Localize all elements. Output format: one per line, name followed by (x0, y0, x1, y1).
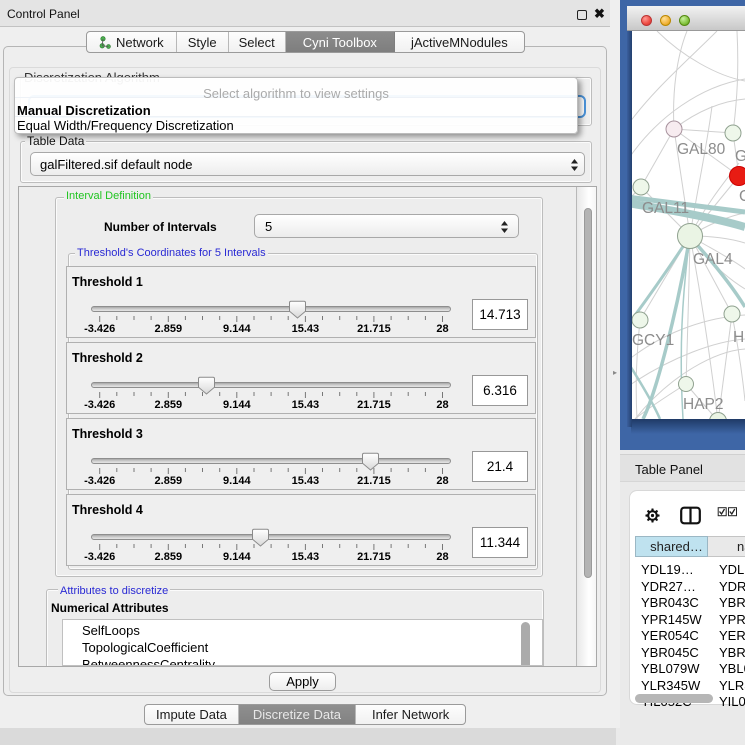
svg-text:GAL4: GAL4 (693, 251, 733, 268)
svg-text:GCY1: GCY1 (632, 332, 674, 349)
svg-text:GAL80: GAL80 (677, 141, 726, 158)
svg-text:GAL11: GAL11 (642, 200, 689, 217)
svg-text:G.: G. (735, 148, 745, 165)
svg-text:HAP2: HAP2 (683, 396, 724, 413)
svg-text:C: C (739, 188, 745, 205)
svg-text:H: H (733, 329, 744, 346)
